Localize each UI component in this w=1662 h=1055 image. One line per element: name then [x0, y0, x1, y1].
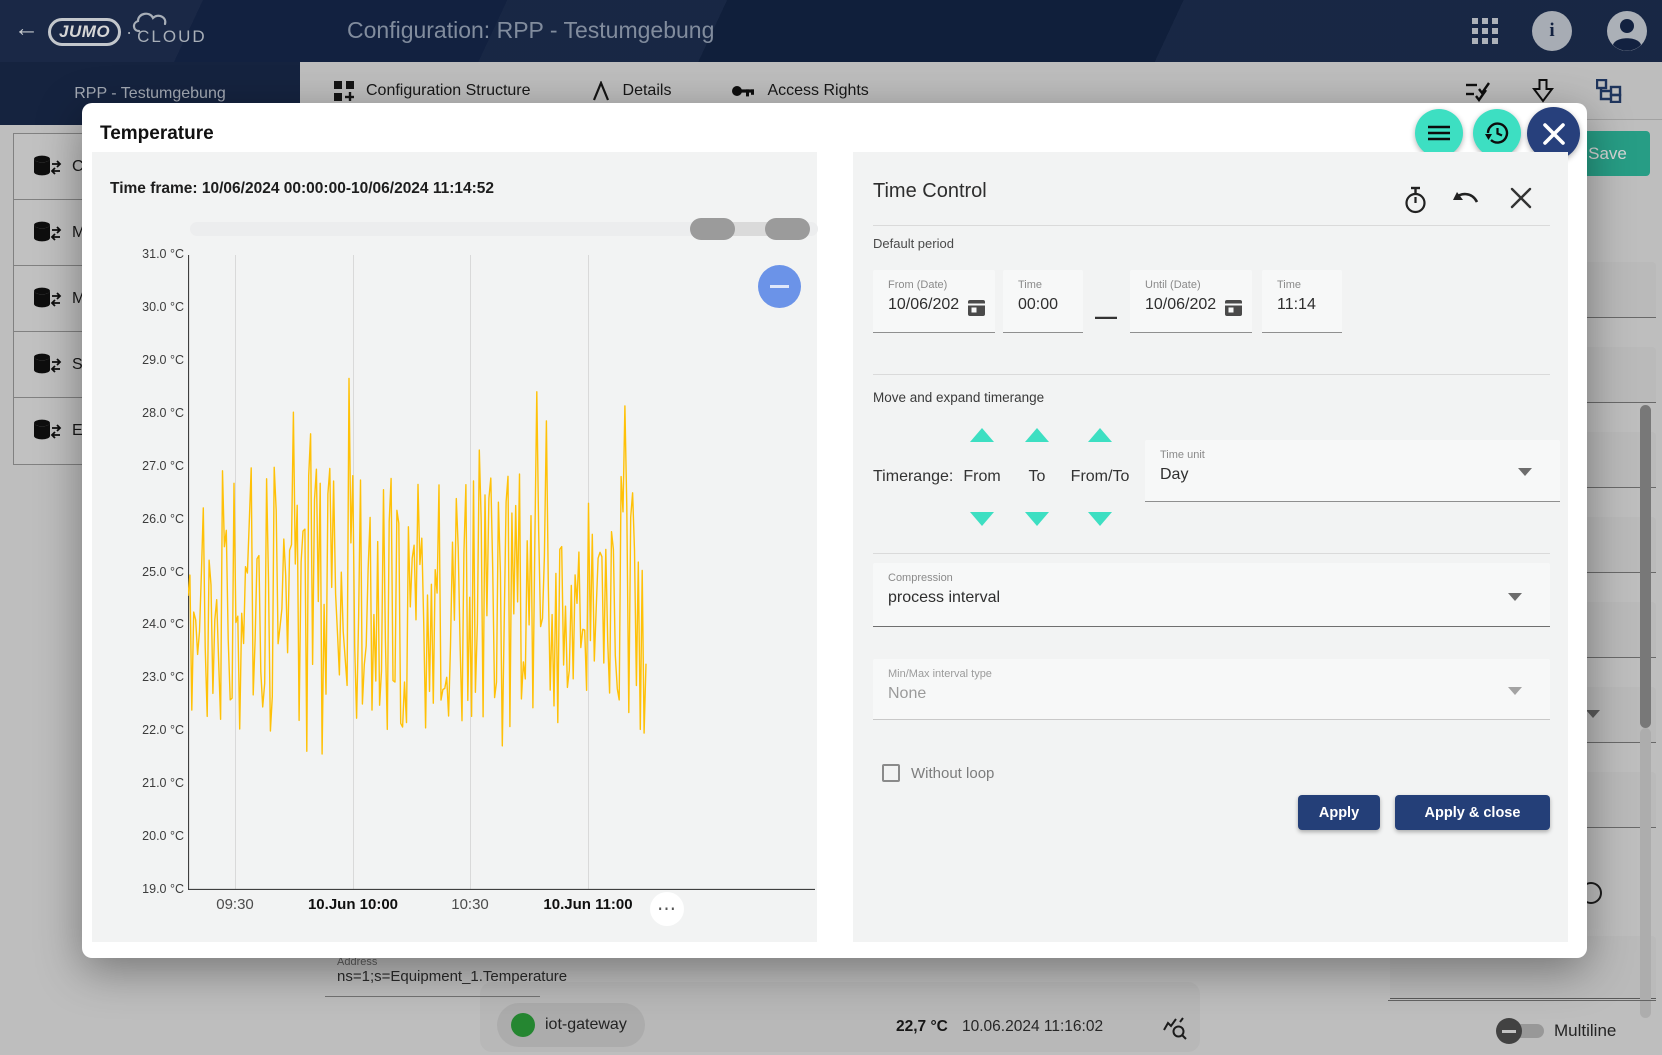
chart-more-menu[interactable]: ⋯	[650, 892, 684, 926]
temperature-dialog: Temperature Time frame: 10/06/2024 00:00…	[82, 103, 1587, 958]
column-to-label: To	[1029, 468, 1046, 486]
minmax-interval-select[interactable]: Min/Max interval type None	[873, 659, 1550, 720]
column-fromto-label: From/To	[1071, 468, 1130, 486]
y-tick-label: 21.0 °C	[142, 776, 184, 790]
y-tick-label: 26.0 °C	[142, 512, 184, 526]
without-loop-checkbox[interactable]	[882, 764, 900, 782]
y-tick-label: 31.0 °C	[142, 247, 184, 261]
apply-button[interactable]: Apply	[1298, 795, 1380, 830]
x-tick-label: 10.Jun 10:00	[308, 896, 398, 913]
stopwatch-icon[interactable]	[1403, 186, 1428, 214]
history-clock-icon	[1484, 120, 1510, 146]
default-period-label: Default period	[873, 236, 954, 251]
dropdown-caret-icon	[1508, 593, 1522, 601]
temperature-line-chart[interactable]	[188, 255, 815, 890]
more-dots-icon: ⋯	[657, 898, 677, 921]
without-loop-label: Without loop	[911, 765, 994, 782]
timeframe-label: Time frame: 10/06/2024 00:00:00-10/06/20…	[110, 180, 494, 198]
y-tick-label: 29.0 °C	[142, 353, 184, 367]
field-label: Time	[1018, 279, 1083, 291]
from-date-field[interactable]: From (Date) 10/06/202	[873, 270, 995, 333]
from-increase-button[interactable]	[970, 428, 994, 442]
apply-close-button[interactable]: Apply & close	[1395, 795, 1550, 830]
dropdown-caret-icon	[1518, 468, 1532, 476]
undo-icon[interactable]	[1453, 190, 1481, 212]
field-label: Min/Max interval type	[888, 668, 1550, 680]
field-value: 10/06/202	[888, 296, 966, 314]
divider	[873, 553, 1550, 554]
fromto-increase-button[interactable]	[1088, 428, 1112, 442]
y-tick-label: 27.0 °C	[142, 459, 184, 473]
column-from-label: From	[963, 468, 1000, 486]
field-value: None	[888, 685, 1550, 703]
field-label: From (Date)	[888, 279, 995, 291]
divider	[873, 225, 1550, 226]
x-tick-label: 10.Jun 11:00	[543, 896, 632, 913]
until-time-field[interactable]: Time 11:14	[1262, 270, 1342, 333]
y-tick-label: 25.0 °C	[142, 565, 184, 579]
y-tick-label: 24.0 °C	[142, 617, 184, 631]
x-tick-label: 09:30	[216, 896, 254, 913]
range-separator: —	[1095, 304, 1117, 330]
x-axis-labels: 09:30 10.Jun 10:00 10:30 10.Jun 11:00	[188, 896, 815, 918]
from-decrease-button[interactable]	[970, 512, 994, 526]
y-tick-label: 19.0 °C	[142, 882, 184, 896]
field-value: 11:14	[1277, 296, 1342, 314]
from-time-field[interactable]: Time 00:00	[1003, 270, 1083, 333]
dialog-title: Temperature	[100, 123, 214, 145]
x-tick-label: 10:30	[451, 896, 489, 913]
field-value: 00:00	[1018, 296, 1083, 314]
until-date-field[interactable]: Until (Date) 10/06/202	[1130, 270, 1252, 333]
slider-handle-right[interactable]	[765, 218, 810, 240]
y-tick-label: 20.0 °C	[142, 829, 184, 843]
slider-handle-left[interactable]	[690, 218, 735, 240]
time-unit-select[interactable]: Time unit Day	[1145, 440, 1560, 502]
chart-panel: Time frame: 10/06/2024 00:00:00-10/06/20…	[92, 152, 817, 942]
field-label: Until (Date)	[1145, 279, 1252, 291]
app-window: ← JUMO · CLOUD Configuration: RPP - Test…	[0, 0, 1662, 1055]
close-icon	[1543, 123, 1565, 145]
field-label: Time	[1277, 279, 1342, 291]
time-control-title: Time Control	[873, 180, 987, 203]
timerange-label: Timerange:	[873, 468, 953, 486]
time-control-close-icon[interactable]	[1509, 186, 1533, 210]
to-decrease-button[interactable]	[1025, 512, 1049, 526]
calendar-icon[interactable]	[967, 297, 986, 317]
move-expand-label: Move and expand timerange	[873, 390, 1044, 405]
y-tick-label: 30.0 °C	[142, 300, 184, 314]
list-icon	[1428, 124, 1450, 142]
y-tick-label: 28.0 °C	[142, 406, 184, 420]
y-tick-label: 23.0 °C	[142, 670, 184, 684]
compression-select[interactable]: Compression process interval	[873, 563, 1550, 627]
field-label: Compression	[888, 572, 1550, 584]
time-history-button[interactable]	[1473, 109, 1521, 157]
channel-list-button[interactable]	[1415, 109, 1463, 157]
to-increase-button[interactable]	[1025, 428, 1049, 442]
dropdown-caret-icon	[1508, 687, 1522, 695]
fromto-decrease-button[interactable]	[1088, 512, 1112, 526]
time-control-panel: Time Control Default period From (Date) …	[853, 152, 1568, 942]
divider	[873, 374, 1550, 375]
field-value: Day	[1160, 466, 1560, 484]
y-tick-label: 22.0 °C	[142, 723, 184, 737]
field-value: 10/06/202	[1145, 296, 1223, 314]
calendar-icon[interactable]	[1224, 297, 1243, 317]
field-label: Time unit	[1160, 449, 1560, 461]
field-value: process interval	[888, 589, 1550, 607]
